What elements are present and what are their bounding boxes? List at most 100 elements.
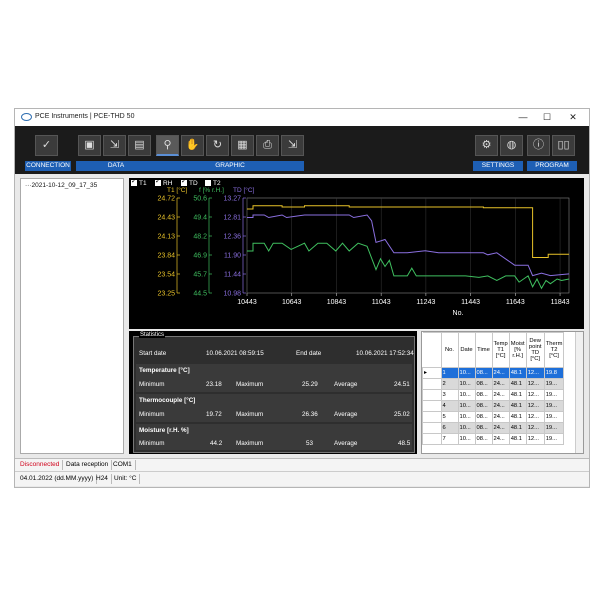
table-cell: 10... [457, 433, 476, 445]
table-cell: 19... [543, 411, 565, 423]
col-header-temp[interactable]: Temp T1 [°C] [491, 332, 510, 368]
col-header-moist[interactable]: Moist [% r.H.] [508, 332, 527, 368]
row-header[interactable] [422, 411, 442, 423]
row-header[interactable] [422, 422, 442, 434]
table-row[interactable]: 3 10... 08... 24... 48.1 12... 19... [422, 389, 565, 401]
stats-thermocouple: Thermocouple [°C] Minimum 19.72 Maximum … [136, 394, 412, 422]
row-header[interactable] [422, 389, 442, 401]
print-button[interactable]: ⎙ [256, 135, 279, 156]
save-icon: ▣ [84, 139, 95, 151]
y-tick-label: 44.5 [193, 291, 207, 298]
group-settings: SETTINGS [473, 161, 523, 171]
table-row[interactable]: ▸ 1 10... 08... 24... 48.1 12... 19.8 [422, 367, 565, 379]
title-bar: PCE Instruments | PCE-THD 50 — ☐ ✕ [15, 109, 589, 126]
table-cell: 4 [440, 400, 459, 412]
table-cell: 08... [474, 389, 493, 401]
col-header-date[interactable]: Date [457, 332, 476, 368]
table-cell: 24... [491, 433, 510, 445]
col-header-therm[interactable]: Therm T2 [°C] [543, 332, 565, 368]
stats-thermocouple-max: 26.36 [302, 411, 318, 418]
table-cell: 08... [474, 433, 493, 445]
table-scrollbar[interactable] [575, 332, 583, 453]
table-row[interactable]: 7 10... 08... 24... 48.1 12... 19... [422, 433, 565, 445]
table-row[interactable]: 2 10... 08... 24... 48.1 12... 19... [422, 378, 565, 390]
col-header-time[interactable]: Time [474, 332, 493, 368]
grid-button[interactable]: ▦ [231, 135, 254, 156]
table-cell: 12... [525, 400, 545, 412]
y-tick-label: 48.2 [193, 234, 207, 241]
statistics-panel: Start date 10.06.2021 08:59:15 End date … [129, 331, 417, 454]
stats-temperature-title: Temperature [°C] [139, 367, 190, 374]
unit-status: Unit: °C [111, 474, 141, 484]
table-cell: 24... [491, 389, 510, 401]
col-header-dewpoint[interactable]: Dew point TD [°C] [525, 332, 545, 368]
stats-temperature-max: 25.29 [302, 381, 318, 388]
tree-node[interactable]: ···2021-10-12_09_17_35 [25, 182, 97, 189]
col-header-no[interactable]: No. [440, 332, 459, 368]
device-button[interactable]: ▤ [128, 135, 151, 156]
start-date-label: Start date [139, 350, 167, 357]
window-title: PCE Instruments | PCE-THD 50 [35, 113, 135, 120]
table-cell: 10... [457, 411, 476, 423]
info-icon: ⓘ [533, 139, 544, 151]
table-cell: 19... [543, 400, 565, 412]
y-axis-title-0: T1 [°C] [167, 186, 187, 194]
group-graphic: GRAPHIC [156, 161, 304, 171]
zoom-button[interactable]: ⚲ [156, 135, 179, 156]
row-header[interactable]: ▸ [422, 367, 442, 379]
pan-button[interactable]: ✋ [181, 135, 204, 156]
table-cell: 08... [474, 367, 493, 379]
table-cell: 1 [440, 367, 459, 379]
stats-moisture: Moisture [r.H. %] Minimum 44.2 Maximum 5… [136, 424, 412, 450]
x-tick-label: 11843 [551, 299, 570, 306]
table-cell: 10... [457, 422, 476, 434]
stats-thermocouple-avg: 25.02 [394, 411, 410, 418]
table-cell: 48.1 [508, 367, 527, 379]
table-cell: 24... [491, 378, 510, 390]
group-connection: CONNECTION [25, 161, 71, 171]
stats-moisture-max: 53 [306, 440, 314, 447]
data-table-panel: No. Date Time Temp T1 [°C] Moist [% r.H.… [421, 331, 584, 454]
table-cell: 10... [457, 400, 476, 412]
language-button[interactable]: ◍ [500, 135, 523, 156]
settings-button[interactable]: ⚙ [475, 135, 498, 156]
stats-moisture-avg-label: Average [334, 440, 358, 447]
gear-icon: ⚙ [481, 139, 492, 151]
info-button[interactable]: ⓘ [527, 135, 550, 156]
reset-view-button[interactable]: ↻ [206, 135, 229, 156]
minimize-button[interactable]: — [515, 112, 531, 123]
grid-icon: ▦ [237, 139, 248, 151]
data-table[interactable]: No. Date Time Temp T1 [°C] Moist [% r.H.… [422, 332, 565, 445]
table-cell: 48.1 [508, 378, 527, 390]
y-tick-label: 24.72 [157, 196, 175, 203]
connect-button[interactable]: ✓ [35, 135, 58, 156]
table-row[interactable]: 5 10... 08... 24... 48.1 12... 19... [422, 411, 565, 423]
manual-button[interactable]: ▯▯ [552, 135, 575, 156]
export-button[interactable]: ⇲ [103, 135, 126, 156]
y-tick-label: 10.98 [223, 291, 241, 298]
y-tick-label: 46.9 [193, 253, 207, 260]
row-header[interactable] [422, 433, 442, 445]
x-tick-label: 11243 [416, 299, 435, 306]
table-cell: 48.1 [508, 400, 527, 412]
stats-dates-row: Start date 10.06.2021 08:59:15 End date … [136, 350, 414, 362]
close-button[interactable]: ✕ [565, 112, 581, 123]
table-cell: 5 [440, 411, 459, 423]
save-button[interactable]: ▣ [78, 135, 101, 156]
stats-temperature-max-label: Maximum [236, 381, 264, 388]
table-cell: 48.1 [508, 389, 527, 401]
chart-panel: T1 RH TD T2 T1 [°C]24.7224.4324.1323.842… [129, 177, 584, 329]
row-header[interactable] [422, 378, 442, 390]
table-cell: 19... [543, 433, 565, 445]
row-header[interactable] [422, 400, 442, 412]
line-chart[interactable]: T1 [°C] 24.72 24.43 24.13 23.84 23.54 23.25 f [… [129, 178, 584, 329]
maximize-button[interactable]: ☐ [539, 112, 555, 123]
export-graph-button[interactable]: ⇲ [281, 135, 304, 156]
table-cell: 12... [525, 367, 545, 379]
plot-area[interactable] [246, 197, 570, 294]
y-tick-label: 24.43 [157, 215, 175, 222]
table-row[interactable]: 4 10... 08... 24... 48.1 12... 19... [422, 400, 565, 412]
table-row[interactable]: 6 10... 08... 24... 48.1 12... 19... [422, 422, 565, 434]
table-cell: 12... [525, 411, 545, 423]
table-cell: 24... [491, 422, 510, 434]
